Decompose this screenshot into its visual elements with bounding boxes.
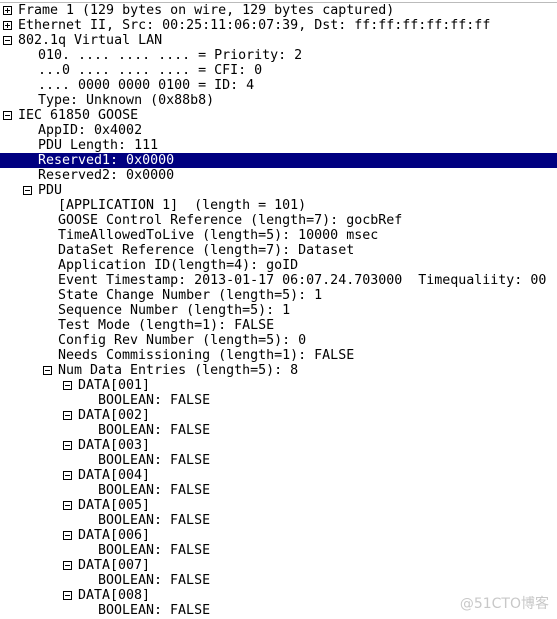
tree-row[interactable]: BOOLEAN: FALSE [0, 483, 557, 498]
collapse-icon[interactable] [63, 591, 72, 600]
tree-row-label: Config Rev Number (length=5): 0 [58, 333, 307, 348]
tree-row[interactable]: Event Timestamp: 2013-01-17 06:07.24.703… [0, 273, 557, 288]
tree-row[interactable]: 802.1q Virtual LAN [0, 33, 557, 48]
tree-row[interactable]: Reserved2: 0x0000 [0, 168, 557, 183]
tree-row-label: 010. .... .... .... = Priority: 2 [38, 48, 303, 63]
collapse-icon[interactable] [63, 561, 72, 570]
expand-icon[interactable] [3, 6, 12, 15]
tree-row-label: GOOSE Control Reference (length=7): gocb… [58, 213, 403, 228]
tree-row[interactable]: ...0 .... .... .... = CFI: 0 [0, 63, 557, 78]
collapse-icon[interactable] [63, 441, 72, 450]
tree-row-label: DATA[001] [78, 378, 151, 393]
collapse-icon[interactable] [3, 36, 12, 45]
tree-row[interactable]: Sequence Number (length=5): 1 [0, 303, 557, 318]
tree-row[interactable]: Test Mode (length=1): FALSE [0, 318, 557, 333]
packet-details-tree: Frame 1 (129 bytes on wire, 129 bytes ca… [0, 2, 557, 618]
tree-row[interactable]: GOOSE Control Reference (length=7): gocb… [0, 213, 557, 228]
tree-row-label: Needs Commissioning (length=1): FALSE [58, 348, 355, 363]
tree-row-label: BOOLEAN: FALSE [98, 573, 211, 588]
tree-row-label: DATA[002] [78, 408, 151, 423]
collapse-icon[interactable] [63, 471, 72, 480]
tree-row[interactable]: PDU [0, 183, 557, 198]
tree-row-label: TimeAllowedToLive (length=5): 10000 msec [58, 228, 379, 243]
tree-row[interactable]: DATA[001] [0, 378, 557, 393]
tree-row[interactable]: DATA[007] [0, 558, 557, 573]
tree-row-label: DATA[006] [78, 528, 151, 543]
tree-row-label: Reserved2: 0x0000 [38, 168, 175, 183]
tree-row-label: BOOLEAN: FALSE [98, 453, 211, 468]
tree-row-label: Ethernet II, Src: 00:25:11:06:07:39, Dst… [18, 18, 491, 33]
tree-row-label: Application ID(length=4): goID [58, 258, 299, 273]
tree-row-label: DATA[003] [78, 438, 151, 453]
collapse-icon[interactable] [63, 411, 72, 420]
collapse-icon[interactable] [63, 531, 72, 540]
tree-row-label: Type: Unknown (0x88b8) [38, 93, 215, 108]
tree-row[interactable]: .... 0000 0000 0100 = ID: 4 [0, 78, 557, 93]
tree-row[interactable]: DATA[002] [0, 408, 557, 423]
tree-row-label: BOOLEAN: FALSE [98, 393, 211, 408]
tree-row[interactable]: PDU Length: 111 [0, 138, 557, 153]
tree-row-label: ...0 .... .... .... = CFI: 0 [38, 63, 263, 78]
tree-row-label: DATA[007] [78, 558, 151, 573]
collapse-icon[interactable] [63, 501, 72, 510]
tree-row[interactable]: BOOLEAN: FALSE [0, 513, 557, 528]
tree-row-label: DataSet Reference (length=7): Dataset [58, 243, 355, 258]
tree-row-label: Frame 1 (129 bytes on wire, 129 bytes ca… [18, 3, 395, 18]
tree-row-label: DATA[008] [78, 588, 151, 603]
tree-row[interactable]: Needs Commissioning (length=1): FALSE [0, 348, 557, 363]
tree-row[interactable]: Num Data Entries (length=5): 8 [0, 363, 557, 378]
tree-row[interactable]: Config Rev Number (length=5): 0 [0, 333, 557, 348]
tree-row[interactable]: BOOLEAN: FALSE [0, 393, 557, 408]
tree-row-label: Num Data Entries (length=5): 8 [58, 363, 299, 378]
tree-row-label: BOOLEAN: FALSE [98, 423, 211, 438]
tree-row[interactable]: DATA[004] [0, 468, 557, 483]
tree-row[interactable]: 010. .... .... .... = Priority: 2 [0, 48, 557, 63]
collapse-icon[interactable] [3, 111, 12, 120]
collapse-icon[interactable] [63, 381, 72, 390]
tree-row-label: IEC 61850 GOOSE [18, 108, 139, 123]
tree-row[interactable]: BOOLEAN: FALSE [0, 543, 557, 558]
tree-row[interactable]: Application ID(length=4): goID [0, 258, 557, 273]
tree-row-label: BOOLEAN: FALSE [98, 543, 211, 558]
tree-row-label: BOOLEAN: FALSE [98, 513, 211, 528]
tree-row-label: DATA[005] [78, 498, 151, 513]
tree-row[interactable]: IEC 61850 GOOSE [0, 108, 557, 123]
tree-row-label: .... 0000 0000 0100 = ID: 4 [38, 78, 255, 93]
tree-row[interactable]: DATA[006] [0, 528, 557, 543]
tree-row-label: Sequence Number (length=5): 1 [58, 303, 291, 318]
tree-row[interactable]: BOOLEAN: FALSE [0, 573, 557, 588]
tree-row-label: DATA[004] [78, 468, 151, 483]
tree-row-label: BOOLEAN: FALSE [98, 483, 211, 498]
tree-row[interactable]: DataSet Reference (length=7): Dataset [0, 243, 557, 258]
tree-row-label: [APPLICATION 1] (length = 101) [58, 198, 307, 213]
tree-row-label: PDU Length: 111 [38, 138, 159, 153]
tree-row-label: PDU [38, 183, 63, 198]
collapse-icon[interactable] [43, 366, 52, 375]
tree-row[interactable]: DATA[003] [0, 438, 557, 453]
tree-row-label: Event Timestamp: 2013-01-17 06:07.24.703… [58, 273, 547, 288]
tree-row[interactable]: BOOLEAN: FALSE [0, 453, 557, 468]
tree-row[interactable]: State Change Number (length=5): 1 [0, 288, 557, 303]
tree-row[interactable]: Reserved1: 0x0000 [0, 153, 557, 168]
tree-row[interactable]: Frame 1 (129 bytes on wire, 129 bytes ca… [0, 3, 557, 18]
tree-row-label: 802.1q Virtual LAN [18, 33, 163, 48]
tree-row[interactable]: DATA[005] [0, 498, 557, 513]
tree-row[interactable]: TimeAllowedToLive (length=5): 10000 msec [0, 228, 557, 243]
tree-row[interactable]: BOOLEAN: FALSE [0, 423, 557, 438]
tree-row-label: Test Mode (length=1): FALSE [58, 318, 275, 333]
tree-row[interactable]: Type: Unknown (0x88b8) [0, 93, 557, 108]
watermark: @51CTO博客 [459, 596, 549, 612]
tree-row-label: AppID: 0x4002 [38, 123, 143, 138]
expand-icon[interactable] [3, 21, 12, 30]
tree-row-label: BOOLEAN: FALSE [98, 603, 211, 618]
tree-row[interactable]: AppID: 0x4002 [0, 123, 557, 138]
tree-row[interactable]: Ethernet II, Src: 00:25:11:06:07:39, Dst… [0, 18, 557, 33]
tree-row[interactable]: [APPLICATION 1] (length = 101) [0, 198, 557, 213]
tree-row-label: State Change Number (length=5): 1 [58, 288, 323, 303]
tree-row-label: Reserved1: 0x0000 [38, 153, 175, 168]
collapse-icon[interactable] [23, 186, 32, 195]
